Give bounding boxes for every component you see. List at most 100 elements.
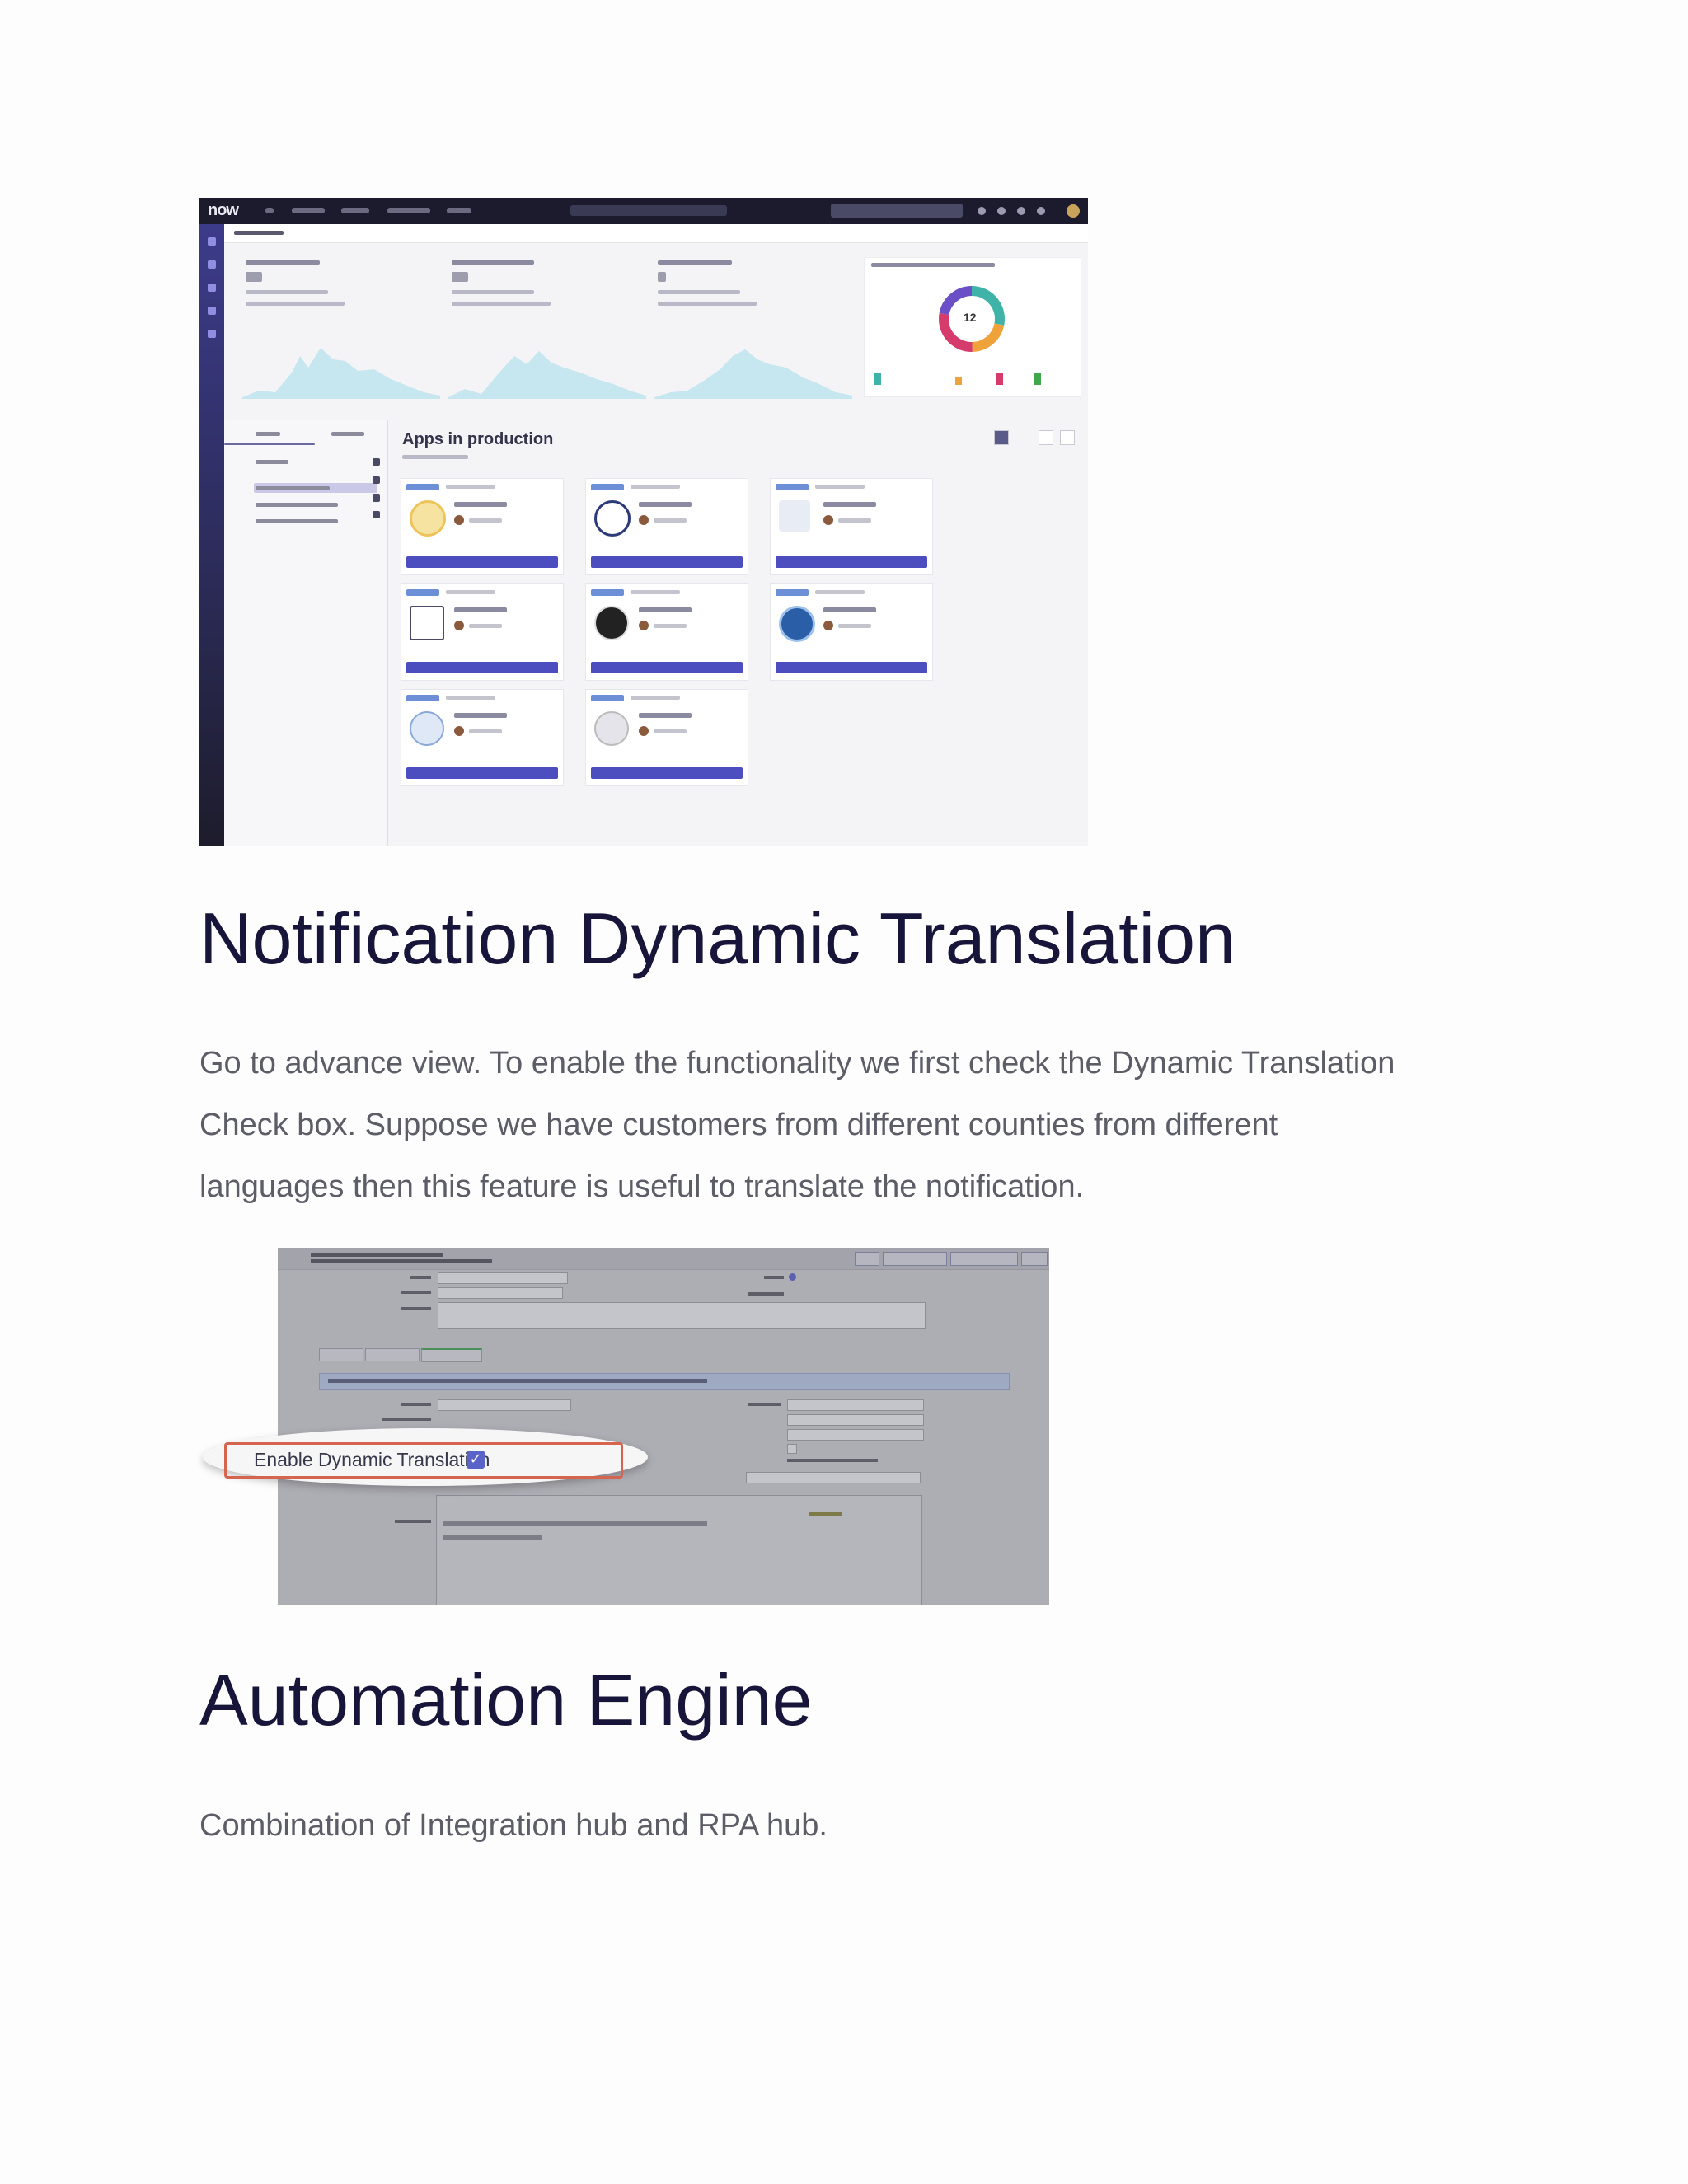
paragraph-line: Check box. Suppose we have customers fro… bbox=[199, 1108, 1278, 1142]
app-icon bbox=[779, 606, 815, 642]
stat-detail bbox=[246, 302, 345, 306]
applications-subbar bbox=[224, 224, 1088, 243]
header-button bbox=[1021, 1252, 1048, 1266]
left-icon-rail bbox=[199, 224, 224, 846]
stat-detail bbox=[246, 290, 328, 294]
legend-swatch bbox=[996, 373, 1003, 385]
notification-form-screenshot bbox=[278, 1248, 1049, 1605]
description-field bbox=[438, 1302, 926, 1329]
filter-item bbox=[256, 503, 338, 507]
rail-icon bbox=[208, 330, 216, 338]
field-label bbox=[382, 1418, 431, 1421]
apps-by-business-unit-card: 12 bbox=[864, 257, 1081, 397]
editor-toolbar bbox=[443, 1535, 542, 1540]
content-type-field bbox=[438, 1399, 571, 1411]
app-card bbox=[585, 689, 748, 786]
user-avatar bbox=[1067, 204, 1080, 218]
view-details-button bbox=[591, 556, 743, 568]
stat-detail bbox=[658, 302, 757, 306]
field-label bbox=[787, 1459, 878, 1462]
app-card bbox=[770, 583, 933, 681]
stat-all-deployments bbox=[654, 257, 852, 405]
rail-icon bbox=[208, 237, 216, 246]
view-details-button bbox=[406, 662, 558, 673]
rail-icon bbox=[208, 307, 216, 315]
section-paragraph: Combination of Integration hub and RPA h… bbox=[199, 1795, 828, 1857]
info-text bbox=[328, 1379, 707, 1383]
active-checkbox bbox=[789, 1273, 796, 1281]
field-label bbox=[401, 1403, 431, 1406]
list-view-icon bbox=[1039, 430, 1053, 445]
legend-swatch bbox=[874, 373, 881, 385]
stat-sparkline bbox=[654, 349, 852, 399]
section-heading-notification-dynamic-translation: Notification Dynamic Translation bbox=[199, 898, 1236, 979]
shield-icon bbox=[410, 711, 444, 746]
variable-item bbox=[809, 1512, 842, 1516]
app-icon bbox=[410, 500, 446, 537]
rail-icon bbox=[208, 260, 216, 269]
enable-dynamic-translation-label: Enable Dynamic Translation bbox=[254, 1449, 490, 1470]
view-details-button bbox=[591, 767, 743, 779]
stat-value bbox=[658, 272, 666, 282]
app-engine-screenshot: now 12 Apps in production bbox=[199, 198, 1088, 846]
stat-detail bbox=[658, 290, 740, 294]
field-label bbox=[395, 1520, 431, 1523]
view-details-button bbox=[406, 556, 558, 568]
message-html-editor bbox=[436, 1495, 805, 1605]
field-label bbox=[764, 1276, 784, 1279]
form-subtitle bbox=[311, 1259, 492, 1263]
filter-tab bbox=[331, 432, 364, 436]
nav-menu-item bbox=[292, 208, 325, 213]
donut-center-value: 12 bbox=[964, 311, 977, 324]
paragraph-line: languages then this feature is useful to… bbox=[199, 1169, 1085, 1204]
filter-count bbox=[373, 476, 380, 484]
field-label bbox=[401, 1307, 431, 1310]
servicenow-logo: now bbox=[208, 201, 239, 219]
tab bbox=[365, 1348, 420, 1361]
apps-in-production-title: Apps in production bbox=[402, 430, 554, 448]
stat-value bbox=[452, 272, 468, 282]
filter-count bbox=[373, 494, 380, 502]
stat-detail bbox=[452, 302, 551, 306]
field-label bbox=[748, 1403, 781, 1406]
legend-swatch bbox=[955, 377, 962, 385]
settings-icon bbox=[1037, 207, 1045, 215]
subject-field bbox=[746, 1472, 921, 1483]
card-view-icon bbox=[1060, 430, 1075, 445]
form-title bbox=[311, 1253, 443, 1257]
dynamic-translation-checkbox: ✓ bbox=[467, 1451, 485, 1469]
form-header bbox=[278, 1248, 1049, 1270]
legend-swatch bbox=[1034, 373, 1041, 385]
header-button bbox=[855, 1252, 879, 1266]
building-icon bbox=[410, 606, 444, 640]
app-card bbox=[770, 478, 933, 575]
stat-label bbox=[658, 260, 732, 265]
filter-item bbox=[256, 519, 338, 523]
stat-sparkline bbox=[242, 348, 440, 399]
nav-menu-item bbox=[341, 208, 369, 213]
select-variables-panel bbox=[804, 1495, 922, 1605]
field-label bbox=[410, 1276, 431, 1279]
airplane-icon bbox=[594, 500, 631, 537]
app-icon bbox=[594, 606, 629, 640]
tab bbox=[319, 1348, 363, 1361]
stat-sparkline bbox=[448, 351, 646, 399]
view-details-button bbox=[776, 556, 927, 568]
field-label bbox=[401, 1291, 431, 1294]
from-field bbox=[787, 1414, 924, 1426]
stat-label bbox=[246, 260, 320, 265]
filter-item-label bbox=[256, 486, 330, 490]
help-icon bbox=[997, 207, 1006, 215]
card-title bbox=[871, 263, 995, 267]
app-card bbox=[401, 583, 564, 681]
filter-count bbox=[373, 458, 380, 466]
stat-value bbox=[246, 272, 262, 282]
stat-apps-in-production bbox=[242, 257, 440, 405]
view-details-button bbox=[776, 662, 927, 673]
apps-subtitle bbox=[402, 455, 468, 459]
notification-icon bbox=[1017, 207, 1025, 215]
stat-detail bbox=[452, 290, 534, 294]
subbar-title bbox=[234, 231, 284, 235]
org-chart-icon bbox=[779, 500, 810, 532]
app-card bbox=[401, 478, 564, 575]
